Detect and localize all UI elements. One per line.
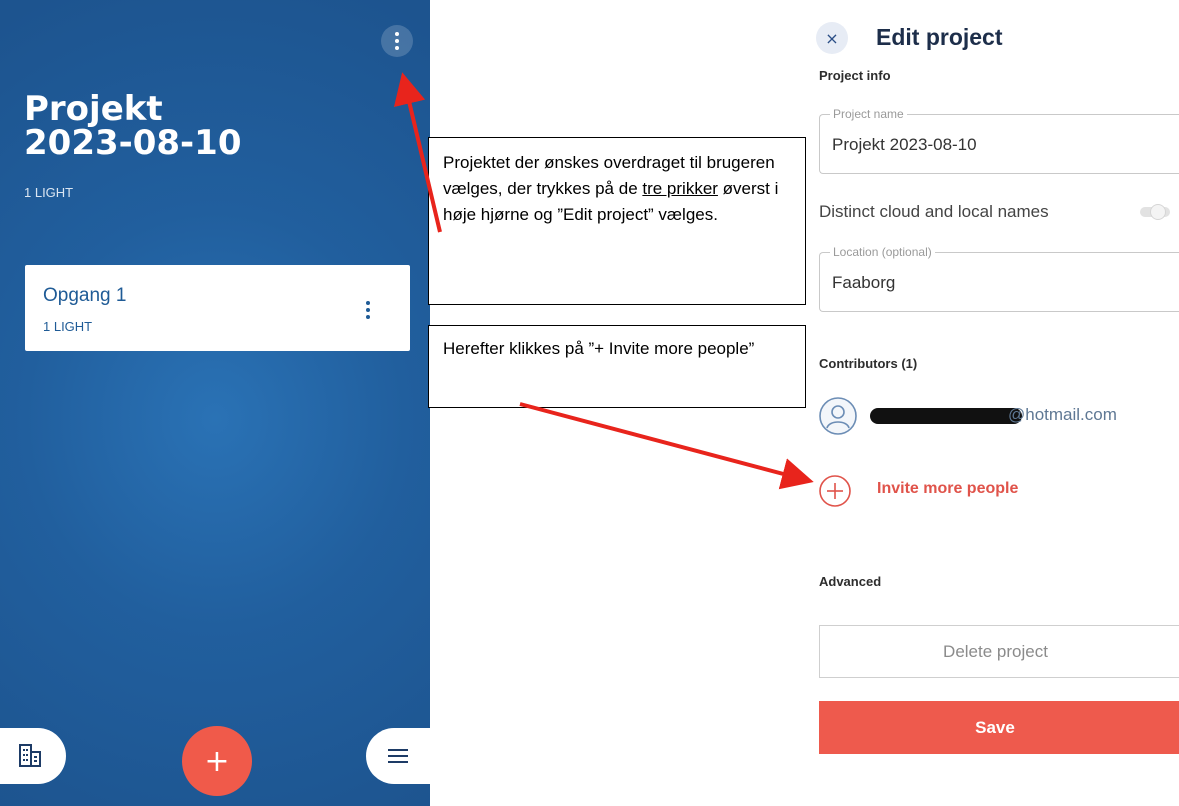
project-title-line2: 2023-08-10	[24, 123, 242, 163]
contributors-heading: Contributors (1)	[819, 356, 918, 371]
add-button[interactable]: +	[182, 726, 252, 796]
group-card-title: Opgang 1	[43, 285, 127, 306]
project-title-line1: Projekt	[24, 89, 163, 129]
project-options-button[interactable]	[381, 25, 413, 57]
location-value: Faaborg	[832, 273, 896, 292]
project-name-value: Projekt 2023-08-10	[832, 135, 977, 154]
arrow-to-invite-button	[519, 402, 814, 490]
advanced-heading: Advanced	[819, 574, 882, 589]
kebab-menu-icon	[395, 32, 399, 36]
menu-button[interactable]	[366, 728, 430, 784]
project-info-heading: Project info	[819, 68, 891, 83]
project-name-field[interactable]: Project name Projekt 2023-08-10	[819, 107, 1179, 174]
project-title: Projekt 2023-08-10	[24, 92, 324, 160]
distinct-names-label: Distinct cloud and local names	[819, 202, 1049, 221]
close-button[interactable]: ×	[816, 22, 848, 54]
close-icon: ×	[825, 28, 839, 48]
contributor-email: @hotmail.com	[1008, 405, 1117, 424]
project-name-label: Project name	[830, 107, 907, 121]
user-avatar-icon	[819, 397, 857, 435]
project-screen: Projekt 2023-08-10 1 LIGHT Opgang 1 1 LI…	[0, 0, 430, 806]
toggle-knob	[1150, 204, 1166, 220]
instruction-note-2: Herefter klikkes på ”+ Invite more peopl…	[428, 325, 806, 408]
kebab-dot	[395, 46, 399, 50]
instruction-note-1: Projektet der ønskes overdraget til brug…	[428, 137, 806, 305]
kebab-menu-icon	[366, 301, 370, 305]
kebab-dot	[395, 39, 399, 43]
group-card[interactable]: Opgang 1 1 LIGHT	[25, 265, 410, 351]
note1-underlined-text: tre prikker	[642, 179, 718, 198]
save-button[interactable]: Save	[819, 701, 1179, 754]
kebab-dot	[366, 315, 370, 319]
project-light-count: 1 LIGHT	[24, 185, 74, 200]
group-card-light-count: 1 LIGHT	[43, 319, 93, 334]
add-circle-icon[interactable]	[818, 474, 852, 508]
delete-project-button[interactable]: Delete project	[819, 625, 1179, 678]
distinct-names-toggle[interactable]	[1136, 204, 1172, 220]
edit-project-title: Edit project	[876, 24, 1003, 50]
location-label: Location (optional)	[830, 245, 935, 259]
location-field[interactable]: Location (optional) Faaborg	[819, 245, 1179, 312]
building-view-button[interactable]	[0, 728, 66, 784]
invite-more-people-button[interactable]: Invite more people	[877, 480, 1018, 498]
group-options-button[interactable]	[366, 301, 370, 319]
kebab-dot	[366, 308, 370, 312]
hamburger-icon	[388, 749, 408, 763]
redacted-email-bar	[870, 408, 1022, 424]
building-icon	[19, 744, 41, 767]
